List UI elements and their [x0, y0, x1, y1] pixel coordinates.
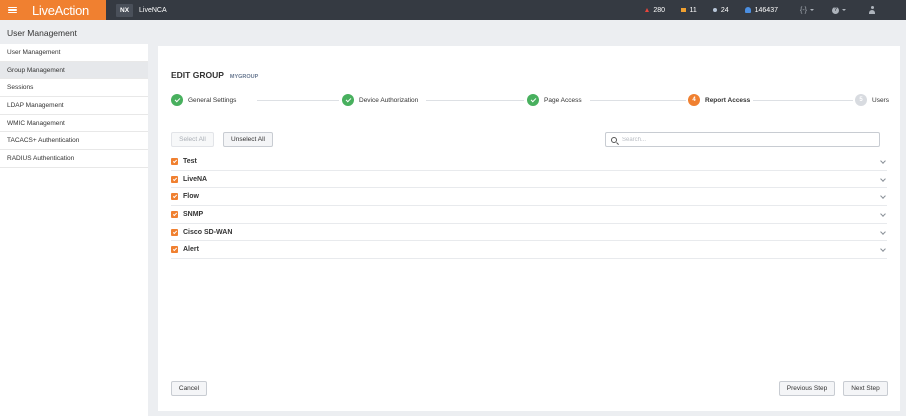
report-label: SNMP — [183, 210, 204, 218]
report-row-cisco-sd-wan[interactable]: Cisco SD-WAN — [171, 224, 887, 242]
report-row-test[interactable]: Test — [171, 153, 887, 171]
checkmark-icon — [172, 211, 177, 217]
step-label: General Settings — [188, 96, 237, 104]
step-label: Users — [872, 96, 889, 104]
warning-count: 11 — [689, 6, 697, 14]
bell-icon — [744, 7, 751, 13]
chevron-down-icon[interactable] — [880, 228, 886, 235]
notification-count: 146437 — [754, 6, 778, 14]
step-label: Device Authorization — [359, 96, 419, 104]
critical-triangle-icon — [645, 8, 650, 12]
panel-title: EDIT GROUP — [171, 70, 224, 80]
checkmark-icon — [172, 176, 177, 181]
step-page-access[interactable]: Page Access — [527, 94, 582, 106]
critical-alerts[interactable]: 280 — [645, 7, 665, 14]
step-connector — [257, 100, 339, 101]
report-label: Alert — [183, 246, 199, 254]
page-title: User Management — [0, 20, 906, 44]
chevron-down-icon[interactable] — [880, 175, 886, 182]
report-row-snmp[interactable]: SNMP — [171, 206, 887, 224]
warning-square-icon — [681, 7, 686, 13]
top-navigation-bar: LiveAction NX LiveNCA 280 11 24 146437 {… — [0, 0, 906, 20]
chevron-down-icon[interactable] — [880, 193, 886, 200]
checkmark-icon — [172, 158, 177, 163]
wizard-stepper: General Settings Device Authorization Pa… — [171, 94, 890, 106]
report-checkbox[interactable] — [171, 193, 178, 201]
step-number: 4 — [688, 94, 700, 106]
report-list: Test LiveNA Flow SNMP Cisco SD-WAN Alert — [171, 153, 887, 260]
nx-badge[interactable]: NX — [116, 3, 134, 17]
sidebar-item-sessions[interactable]: Sessions — [0, 79, 148, 98]
chevron-down-icon — [810, 9, 814, 11]
step-connector — [753, 100, 853, 101]
report-row-alert[interactable]: Alert — [171, 241, 887, 260]
select-all-button[interactable]: Select All — [171, 132, 214, 147]
chevron-down-icon[interactable] — [880, 158, 886, 164]
liveaction-logo[interactable]: LiveAction — [32, 3, 89, 18]
report-label: Flow — [183, 193, 199, 201]
checkmark-icon — [172, 247, 177, 252]
sidebar-item-radius-authentication[interactable]: RADIUS Authentication — [0, 150, 148, 168]
help-icon: ? — [832, 6, 839, 14]
report-row-flow[interactable]: Flow — [171, 188, 887, 207]
unselect-all-button[interactable]: Unselect All — [223, 132, 273, 147]
search-box — [605, 132, 880, 147]
sidebar-item-ldap-management[interactable]: LDAP Management — [0, 97, 148, 115]
report-row-livena[interactable]: LiveNA — [171, 171, 887, 189]
chevron-down-icon[interactable] — [880, 246, 886, 253]
product-name[interactable]: LiveNCA — [139, 7, 167, 14]
report-checkbox[interactable] — [171, 210, 178, 218]
report-label: LiveNA — [183, 175, 208, 183]
step-label: Page Access — [544, 96, 582, 104]
step-general-settings[interactable]: General Settings — [171, 94, 236, 106]
next-step-button[interactable]: Next Step — [843, 381, 888, 396]
panel-header: EDIT GROUP MYGROUP — [171, 70, 258, 80]
edit-group-panel: EDIT GROUP MYGROUP General Settings Devi… — [158, 46, 900, 411]
sidebar-item-group-management[interactable]: Group Management — [0, 61, 148, 80]
info-alerts[interactable]: 24 — [712, 6, 729, 14]
search-input[interactable] — [622, 136, 872, 143]
code-braces-icon: {-} — [799, 6, 807, 14]
search-icon — [611, 136, 617, 143]
sidebar-item-tacacs-authentication[interactable]: TACACS+ Authentication — [0, 132, 148, 151]
brand-area: LiveAction — [0, 0, 106, 20]
checkmark-icon — [172, 194, 177, 199]
previous-step-button[interactable]: Previous Step — [779, 381, 835, 396]
report-label: Test — [183, 157, 197, 165]
step-complete-check-icon — [171, 94, 183, 106]
user-icon[interactable] — [868, 6, 876, 14]
sidebar: User Management Group Management Session… — [0, 44, 148, 416]
group-name: MYGROUP — [229, 74, 259, 80]
code-menu-button[interactable]: {-} — [800, 7, 814, 14]
report-label: Cisco SD-WAN — [183, 228, 233, 236]
alert-summary: 280 11 24 146437 {-} ? — [645, 0, 906, 20]
step-label: Report Access — [705, 96, 751, 104]
critical-count: 280 — [653, 6, 666, 14]
info-dot-icon — [712, 8, 717, 12]
step-complete-check-icon — [342, 94, 354, 106]
hamburger-menu-icon[interactable] — [8, 6, 17, 14]
report-checkbox[interactable] — [171, 157, 178, 165]
step-device-authorization[interactable]: Device Authorization — [342, 94, 418, 106]
report-checkbox[interactable] — [171, 246, 178, 254]
info-count: 24 — [720, 6, 729, 14]
chevron-down-icon[interactable] — [880, 211, 886, 217]
sidebar-item-wmic-management[interactable]: WMIC Management — [0, 115, 148, 133]
step-complete-check-icon — [527, 94, 539, 106]
checkmark-icon — [172, 229, 177, 234]
step-connector — [426, 100, 524, 101]
chevron-down-icon — [842, 9, 846, 11]
warning-alerts[interactable]: 11 — [681, 7, 697, 14]
notifications[interactable]: 146437 — [744, 6, 778, 14]
help-menu-button[interactable]: ? — [832, 6, 846, 14]
step-users[interactable]: 5 Users — [855, 94, 889, 106]
step-connector — [590, 100, 686, 101]
sidebar-item-user-management[interactable]: User Management — [0, 44, 148, 62]
cancel-button[interactable]: Cancel — [171, 381, 207, 396]
report-checkbox[interactable] — [171, 175, 178, 183]
report-checkbox[interactable] — [171, 228, 178, 236]
step-number: 5 — [855, 94, 867, 106]
step-report-access[interactable]: 4 Report Access — [688, 94, 750, 106]
